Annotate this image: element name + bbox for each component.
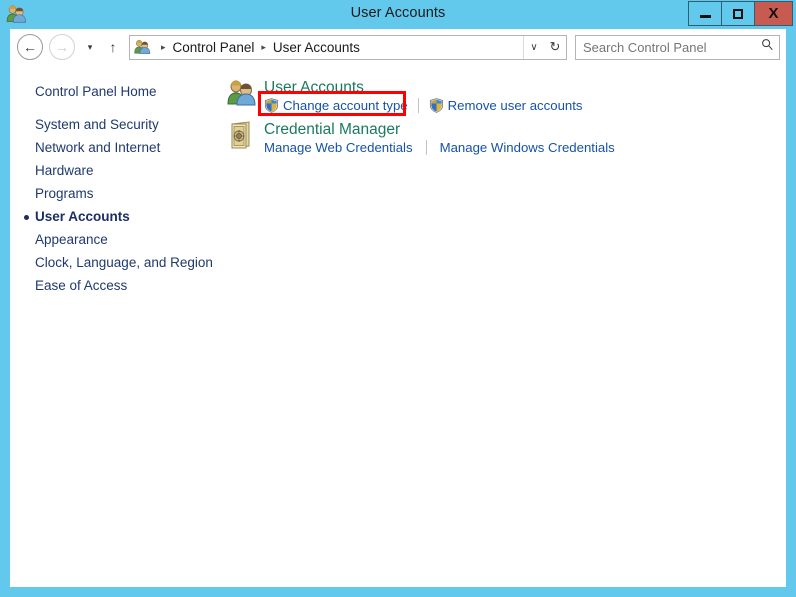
category-credential-manager: Credential Manager Manage Web Credential… — [225, 119, 786, 155]
minimize-button[interactable] — [688, 1, 722, 26]
sidebar-item-hardware[interactable]: Hardware — [10, 159, 225, 182]
category-body: Credential Manager Manage Web Credential… — [264, 119, 786, 155]
title-bar: User Accounts X — [0, 0, 796, 29]
close-button[interactable]: X — [754, 1, 793, 26]
up-one-level-button[interactable]: ↑ — [103, 39, 123, 55]
link-remove-user-accounts[interactable]: Remove user accounts — [429, 98, 583, 113]
maximize-icon — [733, 8, 743, 19]
sidebar-item-control-panel-home[interactable]: Control Panel Home — [10, 80, 225, 103]
forward-button: → — [49, 34, 75, 60]
link-manage-web-credentials[interactable]: Manage Web Credentials — [264, 140, 413, 155]
user-accounts-icon — [225, 77, 257, 109]
category-title[interactable]: Credential Manager — [264, 120, 786, 139]
search-input[interactable] — [576, 38, 755, 56]
sidebar-item-ease-of-access[interactable]: Ease of Access — [10, 274, 225, 297]
chevron-down-icon[interactable]: ∨ — [524, 42, 544, 53]
link-separator — [425, 140, 427, 155]
active-bullet-icon — [24, 215, 29, 220]
sidebar-item-network-and-internet[interactable]: Network and Internet — [10, 136, 225, 159]
recent-locations-button[interactable]: ▾ — [81, 42, 99, 53]
link-manage-windows-credentials[interactable]: Manage Windows Credentials — [440, 140, 615, 155]
uac-shield-icon — [264, 98, 279, 113]
category-body: User Accounts Change account type Remove… — [264, 77, 786, 113]
close-icon: X — [768, 5, 779, 22]
link-label: Manage Windows Credentials — [439, 140, 615, 155]
sidebar-item-programs[interactable]: Programs — [10, 182, 225, 205]
category-user-accounts: User Accounts Change account type Remove… — [225, 77, 786, 113]
address-bar[interactable]: ▸ Control Panel ▸ User Accounts ∨ ↻ — [129, 34, 567, 60]
content-area: Control Panel Home System and Security N… — [10, 65, 786, 587]
refresh-icon[interactable]: ↻ — [544, 39, 566, 55]
window-controls: X — [688, 1, 793, 26]
address-user-accounts-icon — [133, 38, 151, 56]
window-title: User Accounts — [350, 5, 446, 21]
link-label: Manage Web Credentials — [264, 140, 413, 155]
forward-arrow-icon: → — [55, 39, 69, 55]
search-icon — [755, 38, 779, 56]
category-links: Change account type Remove user accounts — [264, 98, 786, 113]
sidebar-item-label: User Accounts — [35, 209, 130, 224]
credential-manager-icon — [225, 119, 257, 151]
sidebar: Control Panel Home System and Security N… — [10, 65, 225, 587]
category-links: Manage Web Credentials Manage Windows Cr… — [264, 140, 786, 155]
maximize-button[interactable] — [721, 1, 755, 26]
breadcrumb-separator-1: ▸ — [261, 41, 266, 52]
back-arrow-icon: ← — [23, 39, 37, 55]
breadcrumb-item-control-panel[interactable]: Control Panel — [173, 40, 255, 55]
navigation-toolbar: ← → ▾ ↑ ▸ Control Panel ▸ User Accounts … — [10, 29, 786, 65]
link-separator — [417, 98, 419, 113]
control-panel-window: User Accounts X ← → ▾ ↑ ▸ Control Panel … — [0, 0, 796, 597]
sidebar-item-appearance[interactable]: Appearance — [10, 228, 225, 251]
minimize-icon — [699, 15, 711, 18]
breadcrumb-separator-0: ▸ — [161, 41, 166, 52]
breadcrumb: ▸ Control Panel ▸ User Accounts — [154, 40, 523, 55]
address-bar-actions: ∨ ↻ — [523, 35, 566, 59]
sidebar-item-user-accounts[interactable]: User Accounts — [10, 205, 225, 228]
sidebar-item-system-and-security[interactable]: System and Security — [10, 113, 225, 136]
link-label: Remove user accounts — [447, 98, 583, 113]
link-change-account-type[interactable]: Change account type — [264, 98, 408, 113]
category-list: User Accounts Change account type Remove… — [225, 65, 786, 587]
category-title[interactable]: User Accounts — [264, 78, 786, 97]
link-label: Change account type — [283, 98, 408, 113]
uac-shield-icon — [429, 98, 444, 113]
search-box[interactable] — [575, 34, 780, 60]
back-button[interactable]: ← — [17, 34, 43, 60]
sidebar-item-clock-language-and-region[interactable]: Clock, Language, and Region — [10, 251, 225, 274]
breadcrumb-item-user-accounts[interactable]: User Accounts — [273, 40, 360, 55]
